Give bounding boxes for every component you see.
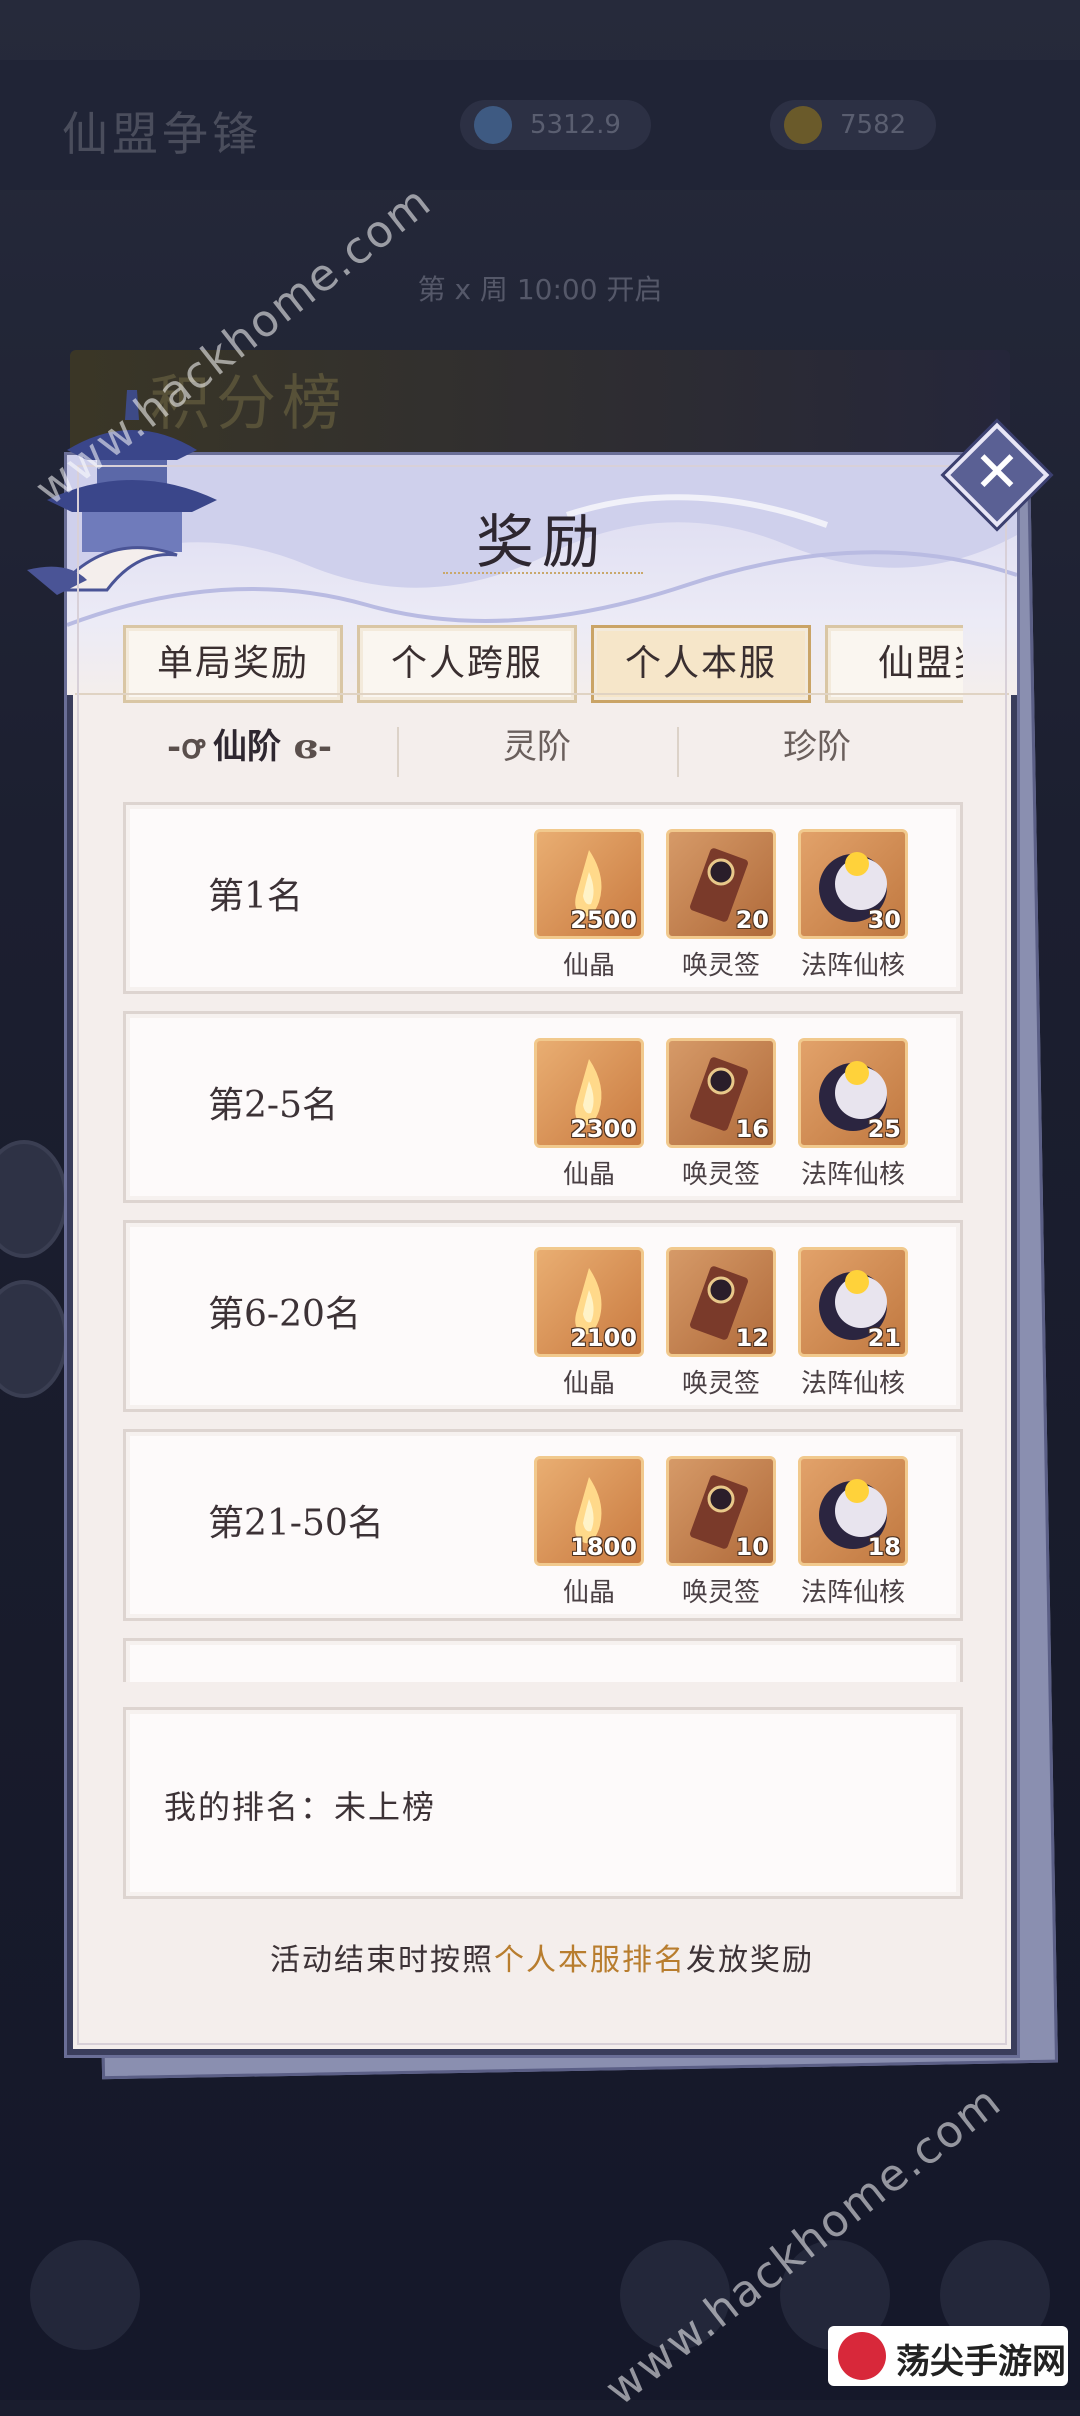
highlight-text: 个人本服排名 <box>494 1943 686 1978</box>
reward-item[interactable]: 2300 仙晶 <box>534 1038 644 1191</box>
reward-item[interactable]: 2500 仙晶 <box>534 829 644 982</box>
reward-tabs: 单局奖励 个人跨服 个人本服 仙盟奖 <box>123 613 963 705</box>
back-icon <box>30 2240 140 2350</box>
moon-core-icon: 21 <box>798 1247 908 1357</box>
reward-item[interactable]: 20 唤灵签 <box>666 829 776 982</box>
item-name: 仙晶 <box>562 1369 615 1399</box>
tab-single-round[interactable]: 单局奖励 <box>123 625 343 703</box>
item-count: 21 <box>867 1324 901 1352</box>
item-count: 16 <box>735 1115 769 1143</box>
rank-label: 第21-50名 <box>208 1503 384 1544</box>
flame-icon: 2300 <box>534 1038 644 1148</box>
reward-item[interactable]: 21 法阵仙核 <box>798 1247 908 1400</box>
item-name: 法阵仙核 <box>800 1578 905 1608</box>
talisman-icon: 10 <box>666 1456 776 1566</box>
item-name: 唤灵签 <box>681 1369 760 1399</box>
reward-list[interactable]: 第1名 2500 仙晶 20 唤灵签 30 法阵仙核 第2-5名 2300 仙晶 16 唤灵签 25 法阵… <box>123 802 963 1682</box>
moon-core-icon: 18 <box>798 1456 908 1566</box>
rank-label: 第1名 <box>208 876 303 917</box>
item-name: 仙晶 <box>562 1578 615 1608</box>
reward-row: 第1名 2500 仙晶 20 唤灵签 30 法阵仙核 <box>123 802 963 994</box>
close-icon: ✕ <box>973 440 1021 505</box>
my-rank-text: 我的排名：未上榜 <box>164 1788 437 1826</box>
tabs-divider <box>75 693 1009 695</box>
flame-icon: 2500 <box>534 829 644 939</box>
item-count: 1800 <box>570 1533 637 1561</box>
subtab-ling[interactable]: 灵阶 <box>397 707 677 787</box>
item-name: 法阵仙核 <box>800 951 905 981</box>
moon-core-icon: 25 <box>798 1038 908 1148</box>
item-name: 仙晶 <box>562 951 615 981</box>
rank-label: 第2-5名 <box>208 1085 338 1126</box>
reward-item[interactable]: 25 法阵仙核 <box>798 1038 908 1191</box>
item-name: 唤灵签 <box>681 1578 760 1608</box>
background-resource-1: 5312.9 <box>460 100 651 150</box>
tier-tabs: 仙阶 灵阶 珍阶 <box>107 707 977 787</box>
item-count: 2300 <box>570 1115 637 1143</box>
site-logo: 荡尖手游网 <box>828 2326 1068 2386</box>
item-count: 2100 <box>570 1324 637 1352</box>
item-count: 10 <box>735 1533 769 1561</box>
reward-row: 第6-20名 2100 仙晶 12 唤灵签 21 法阵仙核 <box>123 1220 963 1412</box>
rank-label: 第6-20名 <box>208 1294 361 1335</box>
crystal-icon <box>474 106 512 144</box>
item-count: 20 <box>735 906 769 934</box>
reward-item[interactable]: 1800 仙晶 <box>534 1456 644 1609</box>
subtab-xian[interactable]: 仙阶 <box>107 707 387 787</box>
reward-item[interactable]: 12 唤灵签 <box>666 1247 776 1400</box>
footer-note: 活动结束时按照个人本服排名发放奖励 <box>270 1943 814 1978</box>
item-name: 仙晶 <box>562 1160 615 1190</box>
talisman-icon: 12 <box>666 1247 776 1357</box>
reward-item[interactable]: 10 唤灵签 <box>666 1456 776 1609</box>
tab-guild[interactable]: 仙盟奖 <box>825 625 963 703</box>
tab-personal-cross-server[interactable]: 个人跨服 <box>357 625 577 703</box>
reward-item[interactable]: 2100 仙晶 <box>534 1247 644 1400</box>
reward-item[interactable]: 30 法阵仙核 <box>798 829 908 982</box>
reward-row: 第21-50名 1800 仙晶 10 唤灵签 18 法阵仙核 <box>123 1429 963 1621</box>
talisman-icon: 16 <box>666 1038 776 1148</box>
item-name: 唤灵签 <box>681 951 760 981</box>
reward-item[interactable]: 18 法阵仙核 <box>798 1456 908 1609</box>
reward-item[interactable]: 16 唤灵签 <box>666 1038 776 1191</box>
dialog-title: 奖励 <box>475 508 608 576</box>
tab-personal-local-server[interactable]: 个人本服 <box>591 625 811 703</box>
background-nav: 第 x 周 10:00 开启 <box>417 273 663 306</box>
reward-row: 第2-5名 2300 仙晶 16 唤灵签 25 法阵仙核 <box>123 1011 963 1203</box>
talisman-icon: 20 <box>666 829 776 939</box>
item-count: 2500 <box>570 906 637 934</box>
lightning-icon <box>784 106 822 144</box>
item-count: 30 <box>867 906 901 934</box>
item-count: 18 <box>867 1533 901 1561</box>
item-name: 唤灵签 <box>681 1160 760 1190</box>
item-name: 法阵仙核 <box>800 1160 905 1190</box>
flame-icon: 1800 <box>534 1456 644 1566</box>
reward-dialog: 奖励 单局奖励 个人跨服 个人本服 仙盟奖 仙阶 灵阶 珍阶 第1名 2500 仙晶… <box>27 390 1020 2058</box>
background-title: 仙盟争锋 <box>62 107 262 161</box>
item-count: 12 <box>735 1324 769 1352</box>
logo-icon <box>838 2332 886 2380</box>
flame-icon: 2100 <box>534 1247 644 1357</box>
moon-core-icon: 30 <box>798 829 908 939</box>
item-count: 25 <box>867 1115 901 1143</box>
subtab-zhen[interactable]: 珍阶 <box>677 707 957 787</box>
my-rank-box: 我的排名：未上榜 <box>123 1707 963 1899</box>
item-name: 法阵仙核 <box>800 1369 905 1399</box>
reward-row <box>123 1638 963 1682</box>
background-resource-2: 7582 <box>770 100 937 150</box>
title-divider <box>443 572 643 582</box>
